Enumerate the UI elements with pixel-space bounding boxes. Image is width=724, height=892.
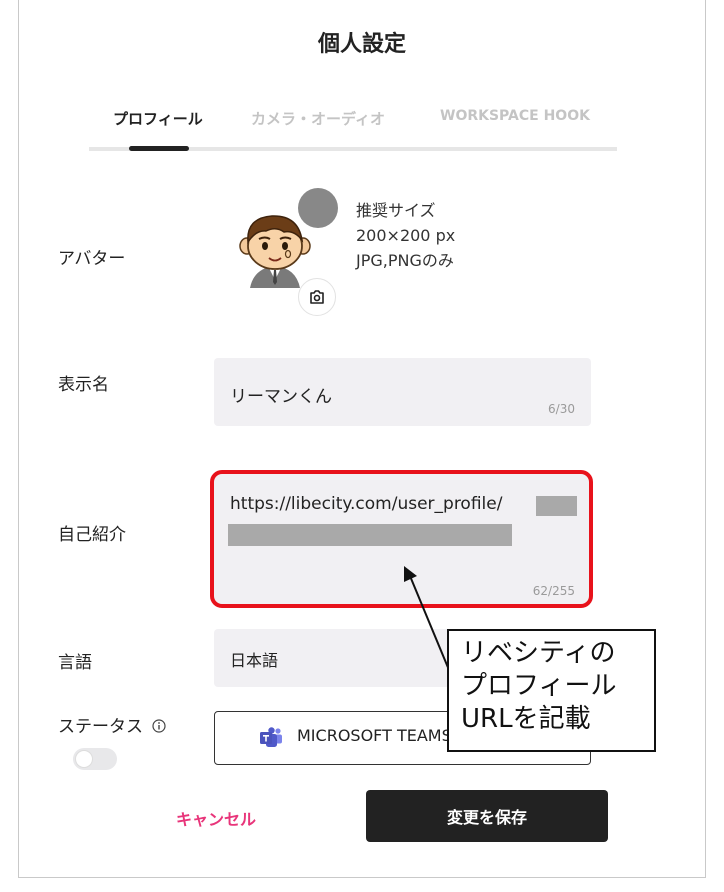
avatar-info-formats: JPG,PNGのみ (356, 251, 454, 270)
display-name-field[interactable]: リーマンくん 6/30 (214, 358, 591, 426)
avatar-requirements: 推奨サイズ 200×200 px JPG,PNGのみ (356, 198, 455, 273)
language-label: 言語 (58, 653, 92, 673)
tab-workspace-hook[interactable]: WORKSPACE HOOK (440, 108, 590, 124)
annotation-line-2: プロフィール (461, 671, 617, 701)
change-avatar-button[interactable] (298, 278, 336, 316)
info-icon[interactable] (152, 719, 167, 733)
teams-button-label: MICROSOFT TEAMS (297, 726, 452, 745)
avatar-status-dot (298, 188, 338, 228)
display-name-counter: 6/30 (548, 402, 575, 416)
annotation-line-3: URLを記載 (461, 704, 591, 734)
annotation-line-1: リベシティの (461, 638, 616, 668)
avatar-label: アバター (58, 249, 126, 269)
toggle-knob (75, 750, 93, 768)
status-toggle[interactable] (73, 748, 117, 770)
avatar-info-title: 推奨サイズ (356, 201, 436, 220)
save-button[interactable]: 変更を保存 (366, 790, 608, 842)
cancel-button[interactable]: キャンセル (176, 806, 256, 830)
tab-camera-audio[interactable]: カメラ・オーディオ (251, 108, 385, 129)
bio-label: 自己紹介 (58, 525, 126, 545)
tab-bar: プロフィール カメラ・オーディオ WORKSPACE HOOK (89, 108, 617, 154)
status-label: ステータス (58, 712, 167, 737)
display-name-value: リーマンくん (230, 387, 332, 407)
status-label-text: ステータス (58, 717, 143, 737)
highlight-box (210, 470, 593, 608)
dialog-title: 個人設定 (317, 32, 406, 57)
annotation-callout: リベシティの プロフィール URLを記載 (447, 629, 656, 752)
tab-profile[interactable]: プロフィール (113, 108, 203, 129)
tab-active-indicator (129, 146, 189, 151)
avatar-info-size: 200×200 px (356, 226, 456, 245)
microsoft-teams-icon (260, 727, 282, 747)
camera-icon (310, 290, 324, 304)
display-name-label: 表示名 (58, 375, 109, 395)
avatar-image[interactable] (236, 210, 314, 288)
language-value: 日本語 (230, 651, 279, 670)
